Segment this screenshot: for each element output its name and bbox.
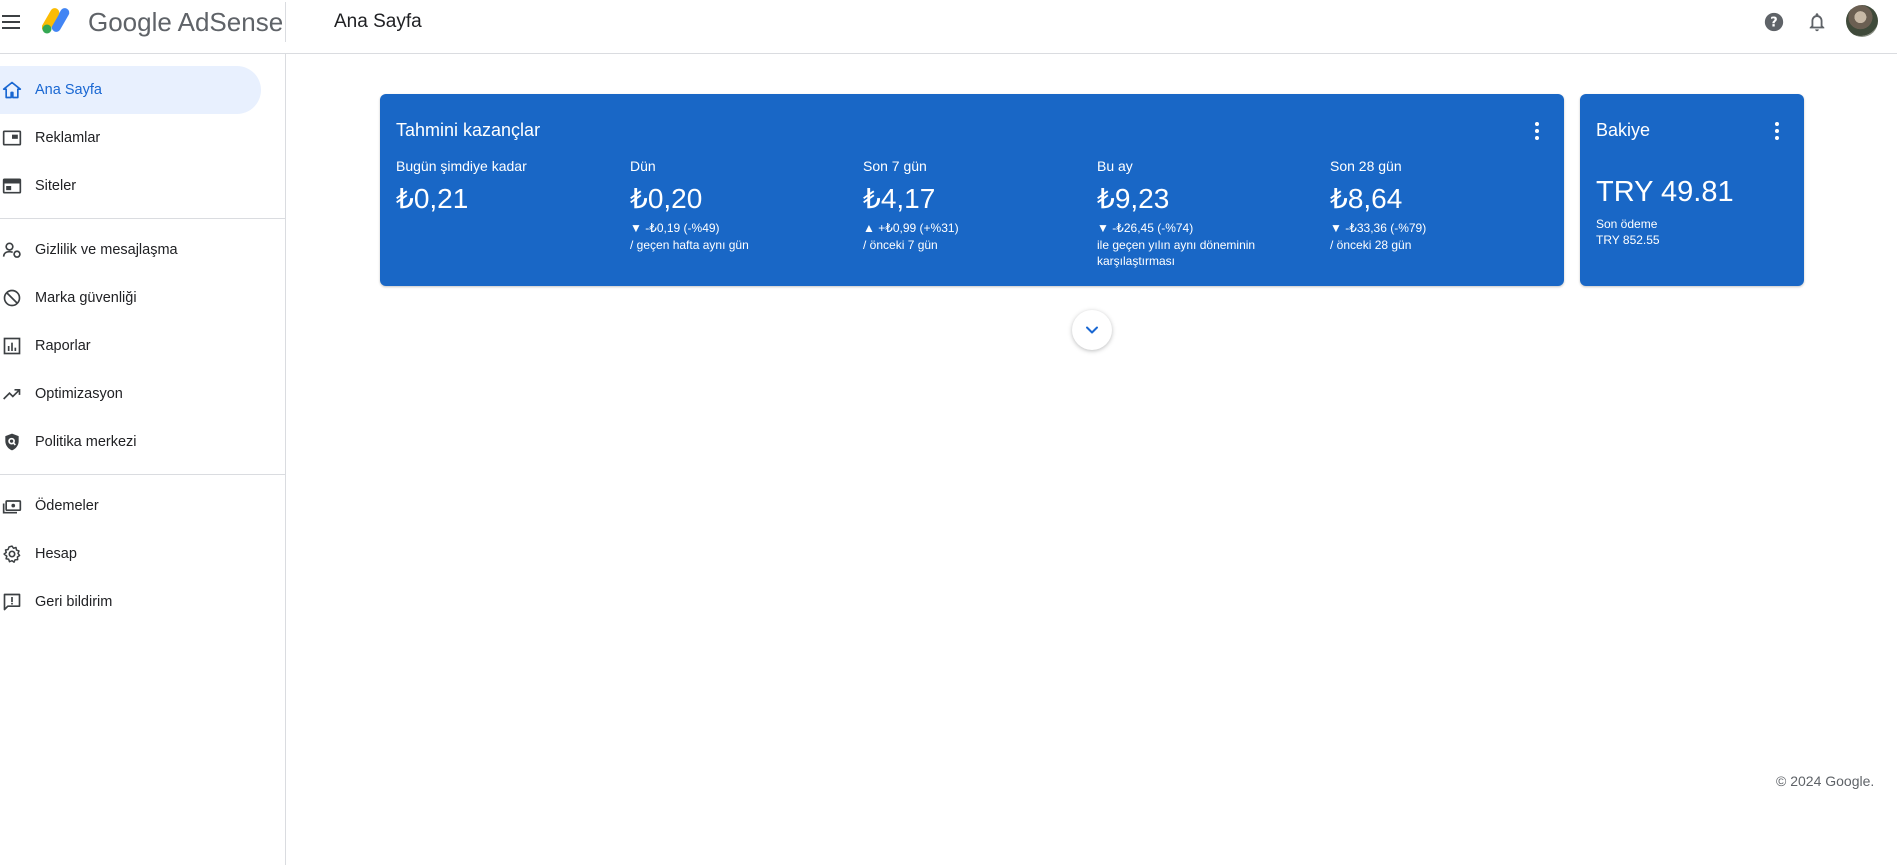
metric-compare: ile geçen yılın aynı döneminin karşılaşt… [1097, 238, 1256, 268]
top-app-bar: Google AdSense Ana Sayfa ? [0, 0, 1897, 54]
sidebar-item-label: Gizlilik ve mesajlaşma [35, 242, 178, 258]
home-icon [0, 78, 24, 102]
sidebar-item-policy-center[interactable]: Politika merkezi [0, 418, 261, 466]
sidebar-item-label: Ödemeler [35, 498, 99, 514]
metric-value: ₺4,17 [863, 183, 936, 214]
metric-value: ₺0,20 [630, 183, 703, 214]
metric-label: Dün [630, 158, 656, 174]
sidebar-item-home[interactable]: Ana Sayfa [0, 66, 261, 114]
sidebar-item-optimization[interactable]: Optimizasyon [0, 370, 261, 418]
metric-label: Son 7 gün [863, 158, 927, 174]
metric-compare: / geçen hafta aynı gün [630, 238, 749, 252]
brand-name[interactable]: Google AdSense [88, 7, 283, 38]
sidebar-item-label: Ana Sayfa [35, 82, 102, 98]
feedback-icon [0, 590, 24, 614]
trending-icon [0, 382, 24, 406]
sidebar-item-payments[interactable]: Ödemeler [0, 482, 261, 530]
more-options-icon[interactable] [1768, 120, 1786, 142]
estimated-earnings-card[interactable]: Tahmini kazançlar Bugün şimdiye kadar ₺0… [380, 94, 1564, 286]
gear-icon [0, 542, 24, 566]
payments-icon [0, 494, 24, 518]
footer-copyright: © 2024 Google. [1776, 773, 1875, 789]
svg-text:?: ? [1770, 16, 1777, 31]
metric-compare: / önceki 7 gün [863, 238, 938, 252]
sidebar-item-label: Hesap [35, 546, 77, 562]
metric-label: Son 28 gün [1330, 158, 1402, 174]
metric-value: ₺8,64 [1330, 183, 1403, 214]
sidebar-item-label: Politika merkezi [35, 434, 137, 450]
sidebar-item-reports[interactable]: Raporlar [0, 322, 261, 370]
metric-today: Bugün şimdiye kadar ₺0,21 [396, 158, 616, 215]
sidebar-item-label: Marka güvenliği [35, 290, 137, 306]
reports-icon [0, 334, 24, 358]
sidebar-item-label: Siteler [35, 178, 77, 194]
metric-change: ▼ -₺26,45 (-%74) [1097, 221, 1194, 235]
sites-icon [0, 174, 24, 198]
last-payment-label: Son ödeme [1596, 217, 1658, 231]
sidebar-item-privacy[interactable]: Gizlilik ve mesajlaşma [0, 226, 261, 274]
balance-value: TRY 49.81 [1596, 176, 1734, 208]
chevron-down-icon [1086, 326, 1098, 334]
last-payment-amount: TRY 852.55 [1596, 233, 1660, 247]
sidebar-item-label: Geri bildirim [35, 594, 113, 610]
ads-icon [0, 126, 24, 150]
card-title: Bakiye [1596, 120, 1651, 140]
metric-last-7-days: Son 7 gün ₺4,17 ▲ +₺0,99 (+%31) / önceki… [863, 158, 1083, 253]
metric-change: ▼ -₺33,36 (-%79) [1330, 221, 1427, 235]
sidebar-divider [0, 474, 286, 475]
header-divider [285, 2, 286, 42]
expand-button[interactable] [1072, 310, 1112, 350]
sidebar-item-label: Optimizasyon [35, 386, 123, 402]
sidebar-item-brand-safety[interactable]: Marka güvenliği [0, 274, 261, 322]
help-icon[interactable]: ? [1761, 9, 1787, 35]
balance-card[interactable]: Bakiye TRY 49.81 Son ödeme TRY 852.55 [1580, 94, 1804, 286]
card-title: Tahmini kazançlar [396, 120, 541, 140]
block-icon [0, 286, 24, 310]
bell-icon[interactable] [1804, 9, 1830, 35]
metric-label: Bugün şimdiye kadar [396, 158, 527, 174]
avatar[interactable] [1846, 5, 1878, 37]
metric-value: ₺9,23 [1097, 183, 1170, 214]
policy-icon [0, 430, 24, 454]
sidebar-item-ads[interactable]: Reklamlar [0, 114, 261, 162]
sidebar-item-sites[interactable]: Siteler [0, 162, 261, 210]
metric-change: ▼ -₺0,19 (-%49) [630, 221, 720, 235]
metric-last-28-days: Son 28 gün ₺8,64 ▼ -₺33,36 (-%79) / önce… [1330, 158, 1550, 253]
sidebar-item-label: Raporlar [35, 338, 91, 354]
sidebar-item-label: Reklamlar [35, 130, 101, 146]
page-title: Ana Sayfa [334, 11, 422, 32]
sidebar-item-feedback[interactable]: Geri bildirim [0, 578, 261, 626]
metric-this-month: Bu ay ₺9,23 ▼ -₺26,45 (-%74) ile geçen y… [1097, 158, 1317, 269]
sidebar: Ana Sayfa Reklamlar Siteler Gizlilik ve … [0, 54, 286, 865]
metric-compare: / önceki 28 gün [1330, 238, 1412, 252]
metric-yesterday: Dün ₺0,20 ▼ -₺0,19 (-%49) / geçen hafta … [630, 158, 850, 253]
metric-value: ₺0,21 [396, 183, 469, 214]
adsense-logo-icon [42, 8, 70, 34]
sidebar-item-account[interactable]: Hesap [0, 530, 261, 578]
sidebar-divider [0, 218, 286, 219]
metric-label: Bu ay [1097, 158, 1133, 174]
privacy-icon [0, 238, 24, 262]
menu-icon[interactable] [2, 10, 26, 34]
metric-change: ▲ +₺0,99 (+%31) [863, 221, 959, 235]
more-options-icon[interactable] [1528, 120, 1546, 142]
